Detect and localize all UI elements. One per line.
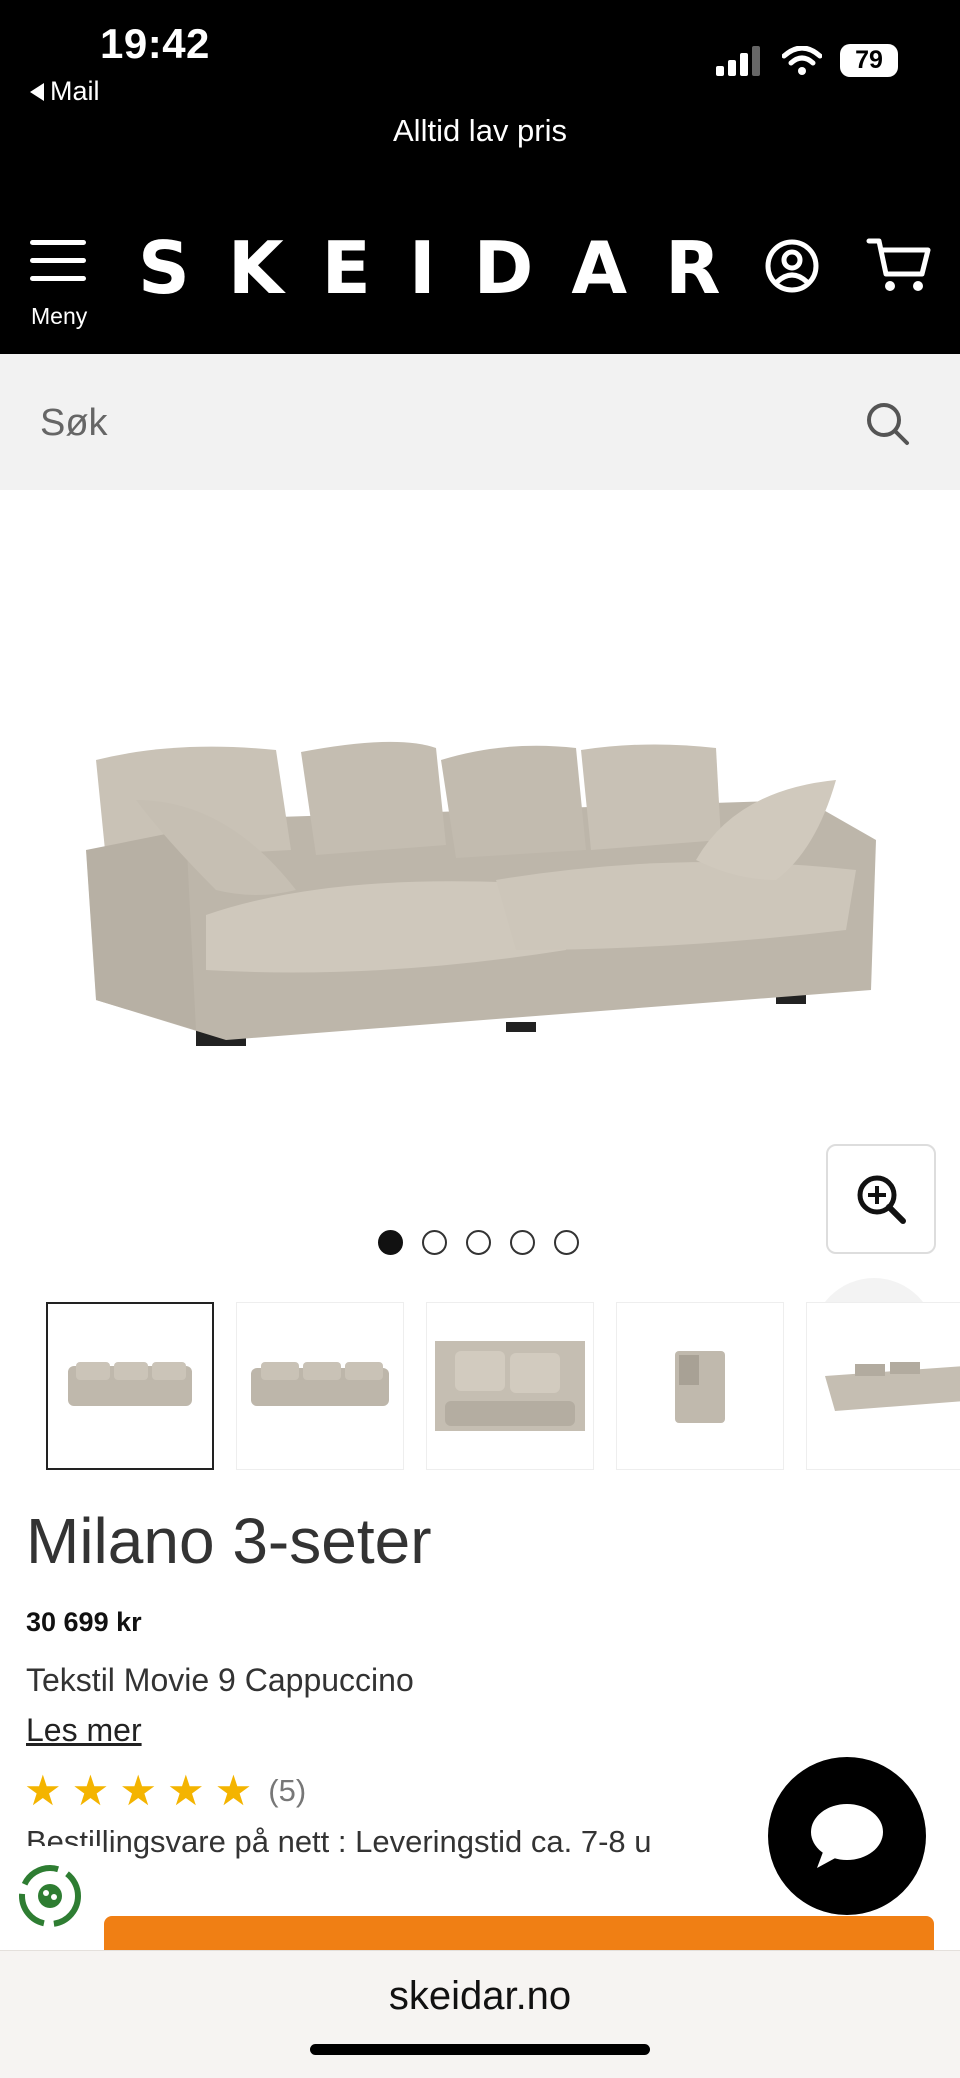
battery-indicator: 79 <box>840 44 898 77</box>
recycle-icon <box>19 1865 81 1927</box>
search-bar <box>0 354 960 490</box>
chat-button[interactable] <box>768 1757 926 1915</box>
cart-icon[interactable] <box>866 236 932 294</box>
home-indicator <box>310 2044 650 2055</box>
url-text[interactable]: skeidar.no <box>0 1974 960 2019</box>
search-input[interactable] <box>40 388 820 458</box>
back-to-mail-link[interactable]: Mail <box>30 76 100 107</box>
gallery-dot[interactable] <box>466 1230 491 1255</box>
status-time: 19:42 <box>100 20 210 67</box>
star-icon: ★ <box>119 1767 157 1814</box>
read-more-link[interactable]: Les mer <box>26 1712 142 1749</box>
skeidar-logo[interactable]: SKEIDAR <box>138 226 759 310</box>
star-icon: ★ <box>166 1767 205 1814</box>
sofa-thumbnail-image <box>675 1351 725 1423</box>
product-image-gallery[interactable] <box>0 490 960 1402</box>
hamburger-icon <box>30 240 86 281</box>
menu-button[interactable] <box>30 240 86 294</box>
review-count: (5) <box>268 1773 307 1808</box>
sofa-thumbnail-image <box>68 1362 192 1406</box>
rating-stars[interactable]: ★ ★ ★ ★ ★ (5) <box>24 1770 306 1812</box>
thumbnail[interactable] <box>46 1302 214 1470</box>
sofa-thumbnail-image <box>251 1362 389 1406</box>
signal-icon <box>716 45 760 76</box>
wifi-icon <box>782 45 822 75</box>
zoom-button[interactable] <box>826 1144 936 1254</box>
gallery-pagination <box>378 1230 579 1255</box>
product-title: Milano 3-seter <box>26 1505 432 1577</box>
chat-bubble-icon <box>811 1804 883 1868</box>
search-icon[interactable] <box>864 400 912 448</box>
star-icon: ★ <box>24 1767 62 1814</box>
delivery-info: Bestillingsvare på nett : Leveringstid c… <box>26 1824 652 1859</box>
product-image <box>86 741 876 1046</box>
gallery-dot[interactable] <box>510 1230 535 1255</box>
account-icon[interactable] <box>764 238 820 294</box>
thumbnail[interactable] <box>806 1302 960 1470</box>
back-app-label: Mail <box>50 76 100 106</box>
star-icon: ★ <box>214 1767 253 1814</box>
promo-banner: Alltid lav pris <box>393 113 567 148</box>
star-icon: ★ <box>71 1767 110 1814</box>
thumbnail-strip <box>46 1302 960 1470</box>
gallery-dot[interactable] <box>422 1230 447 1255</box>
top-header-area: 19:42 Mail 79 Alltid lav pris Meny SKEID… <box>0 0 960 354</box>
thumbnail[interactable] <box>426 1302 594 1470</box>
gallery-dot[interactable] <box>378 1230 403 1255</box>
thumbnail[interactable] <box>616 1302 784 1470</box>
menu-label: Meny <box>31 303 88 329</box>
sofa-thumbnail-image <box>435 1341 585 1431</box>
eco-badge[interactable] <box>0 1846 100 1946</box>
sofa-thumbnail-image <box>825 1362 960 1411</box>
gallery-dot[interactable] <box>554 1230 579 1255</box>
thumbnail[interactable] <box>236 1302 404 1470</box>
back-arrow-icon <box>30 82 44 101</box>
product-variant: Tekstil Movie 9 Cappuccino <box>26 1662 414 1698</box>
product-price: 30 699 kr <box>26 1607 142 1637</box>
status-icons: 79 <box>716 44 898 77</box>
zoom-in-icon <box>857 1175 906 1224</box>
